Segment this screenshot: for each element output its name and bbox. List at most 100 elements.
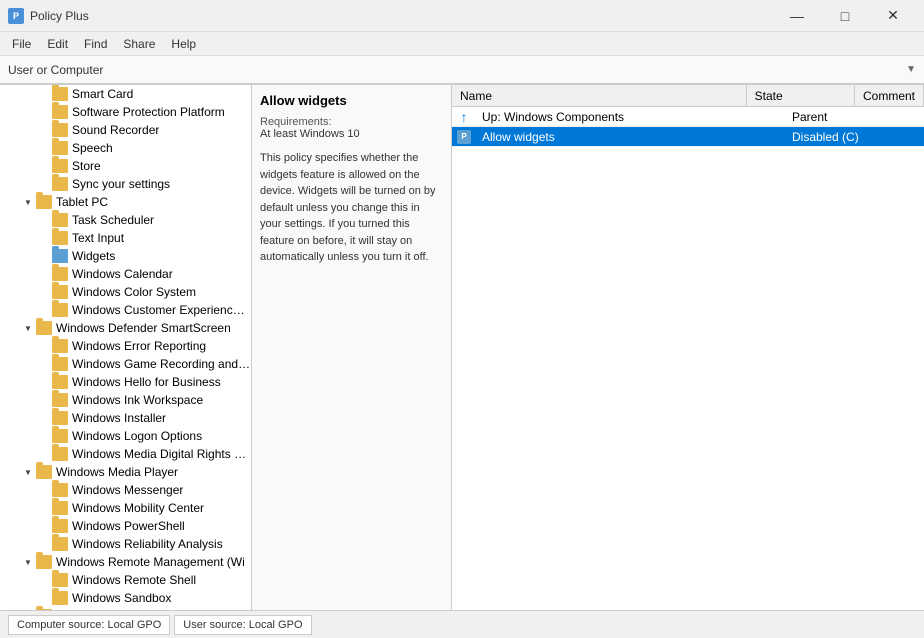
title-bar: P Policy Plus — □ ✕: [0, 0, 924, 32]
tree-expand-icon: [36, 284, 52, 300]
tree-item-windows-security[interactable]: ▼Windows Security: [0, 607, 251, 610]
tree-item-speech[interactable]: Speech: [0, 139, 251, 157]
user-computer-bar[interactable]: User or Computer ▼: [0, 56, 924, 84]
tree-item-label: Windows Reliability Analysis: [72, 537, 223, 551]
tree-item-smart-card[interactable]: Smart Card: [0, 85, 251, 103]
tree-item-label: Smart Card: [72, 87, 133, 101]
menu-help[interactable]: Help: [163, 35, 204, 53]
folder-icon: [52, 411, 68, 425]
tree-item-windows-error[interactable]: Windows Error Reporting: [0, 337, 251, 355]
tree-item-windows-remote-mgmt[interactable]: ▼Windows Remote Management (Wi: [0, 553, 251, 571]
tree-item-windows-game-recording[interactable]: Windows Game Recording and Broa: [0, 355, 251, 373]
tree-item-windows-reliability[interactable]: Windows Reliability Analysis: [0, 535, 251, 553]
tree-item-label: Windows Security: [56, 609, 151, 610]
tree-expand-icon: [36, 446, 52, 462]
tree-item-windows-remote-shell[interactable]: Windows Remote Shell: [0, 571, 251, 589]
tree-item-windows-powershell[interactable]: Windows PowerShell: [0, 517, 251, 535]
list-row-allow-widgets[interactable]: PAllow widgetsDisabled (C): [452, 127, 924, 147]
tree-item-widgets[interactable]: Widgets: [0, 247, 251, 265]
tree-item-label: Text Input: [72, 231, 124, 245]
folder-icon: [52, 105, 68, 119]
tree-item-label: Windows Customer Experience Impr: [72, 303, 251, 317]
folder-icon: [52, 447, 68, 461]
folder-icon: [36, 555, 52, 569]
menu-edit[interactable]: Edit: [39, 35, 76, 53]
tree-item-windows-mobility[interactable]: Windows Mobility Center: [0, 499, 251, 517]
tree-expand-icon: [36, 230, 52, 246]
tree-item-windows-media-drm[interactable]: Windows Media Digital Rights Mana: [0, 445, 251, 463]
title-bar-text: Policy Plus: [30, 9, 774, 23]
left-panel-tree: Smart Card Software Protection Platform So…: [0, 85, 252, 610]
header-name[interactable]: Name: [452, 85, 747, 106]
tree-expand-icon: [36, 104, 52, 120]
tree-item-label: Sound Recorder: [72, 123, 159, 137]
close-button[interactable]: ✕: [870, 0, 916, 32]
list-cell-name: Allow widgets: [474, 130, 784, 144]
folder-icon: [52, 339, 68, 353]
tree-expand-icon: [36, 122, 52, 138]
requirements-value: At least Windows 10: [260, 128, 443, 140]
minimize-button[interactable]: —: [774, 0, 820, 32]
list-row-up-windows-components[interactable]: ↑Up: Windows ComponentsParent: [452, 107, 924, 127]
tree-expand-icon: [36, 212, 52, 228]
folder-icon: [52, 87, 68, 101]
tree-item-label: Windows Media Player: [56, 465, 178, 479]
tree-expand-icon: [36, 590, 52, 606]
list-cell-name: Up: Windows Components: [474, 110, 784, 124]
tree-item-text-input[interactable]: Text Input: [0, 229, 251, 247]
middle-panel: Allow widgets Requirements: At least Win…: [252, 85, 452, 610]
tree-expand-icon: [36, 338, 52, 354]
tree-item-windows-calendar[interactable]: Windows Calendar: [0, 265, 251, 283]
tree-item-windows-media-player[interactable]: ▼ Windows Media Player: [0, 463, 251, 481]
menu-file[interactable]: File: [4, 35, 39, 53]
status-bar: Computer source: Local GPO User source: …: [0, 610, 924, 638]
tree-item-windows-customer-exp[interactable]: Windows Customer Experience Impr: [0, 301, 251, 319]
header-state[interactable]: State: [747, 85, 855, 106]
tree-item-label: Widgets: [72, 249, 115, 263]
tree-expand-icon: [36, 86, 52, 102]
tree-item-windows-installer[interactable]: Windows Installer: [0, 409, 251, 427]
tree-item-label: Tablet PC: [56, 195, 108, 209]
policy-item-icon: P: [456, 129, 472, 145]
tree-item-sound-recorder[interactable]: Sound Recorder: [0, 121, 251, 139]
tree-item-sync-settings[interactable]: Sync your settings: [0, 175, 251, 193]
tree-expand-icon: ▼: [20, 194, 36, 210]
folder-icon: [52, 393, 68, 407]
main-content: Smart Card Software Protection Platform So…: [0, 84, 924, 610]
tree-item-windows-defender[interactable]: ▼Windows Defender SmartScreen: [0, 319, 251, 337]
list-cell-state: Disabled (C): [784, 130, 904, 144]
nav-up-icon: ↑: [456, 109, 472, 125]
requirements-label: Requirements:: [260, 116, 443, 128]
folder-icon: [52, 159, 68, 173]
tree-expand-icon: [36, 356, 52, 372]
tree-item-label: Store: [72, 159, 101, 173]
folder-icon: [36, 609, 52, 610]
tree-item-label: Speech: [72, 141, 113, 155]
tree-item-windows-logon[interactable]: Windows Logon Options: [0, 427, 251, 445]
folder-icon: [52, 249, 68, 263]
tree-item-store[interactable]: Store: [0, 157, 251, 175]
tree-expand-icon: [36, 500, 52, 516]
tree-expand-icon: [36, 518, 52, 534]
tree-item-windows-ink[interactable]: Windows Ink Workspace: [0, 391, 251, 409]
tree-item-windows-hello[interactable]: Windows Hello for Business: [0, 373, 251, 391]
tree-expand-icon: ▼: [20, 464, 36, 480]
tree-item-software-protection[interactable]: Software Protection Platform: [0, 103, 251, 121]
header-comment[interactable]: Comment: [855, 85, 924, 106]
tree-item-windows-color-system[interactable]: Windows Color System: [0, 283, 251, 301]
tree-item-tablet-pc[interactable]: ▼ Tablet PC: [0, 193, 251, 211]
tree-item-windows-sandbox[interactable]: Windows Sandbox: [0, 589, 251, 607]
tree-expand-icon: [36, 158, 52, 174]
maximize-button[interactable]: □: [822, 0, 868, 32]
policy-description: This policy specifies whether the widget…: [260, 150, 443, 266]
menu-find[interactable]: Find: [76, 35, 115, 53]
menu-bar: File Edit Find Share Help: [0, 32, 924, 56]
tree-item-label: Windows Error Reporting: [72, 339, 206, 353]
tree-expand-icon: [36, 140, 52, 156]
right-panel: Name State Comment ↑Up: Windows Componen…: [452, 85, 924, 610]
folder-icon: [36, 195, 52, 209]
tree-item-windows-messenger[interactable]: Windows Messenger: [0, 481, 251, 499]
tree-item-task-scheduler[interactable]: Task Scheduler: [0, 211, 251, 229]
menu-share[interactable]: Share: [115, 35, 163, 53]
folder-icon: [52, 537, 68, 551]
